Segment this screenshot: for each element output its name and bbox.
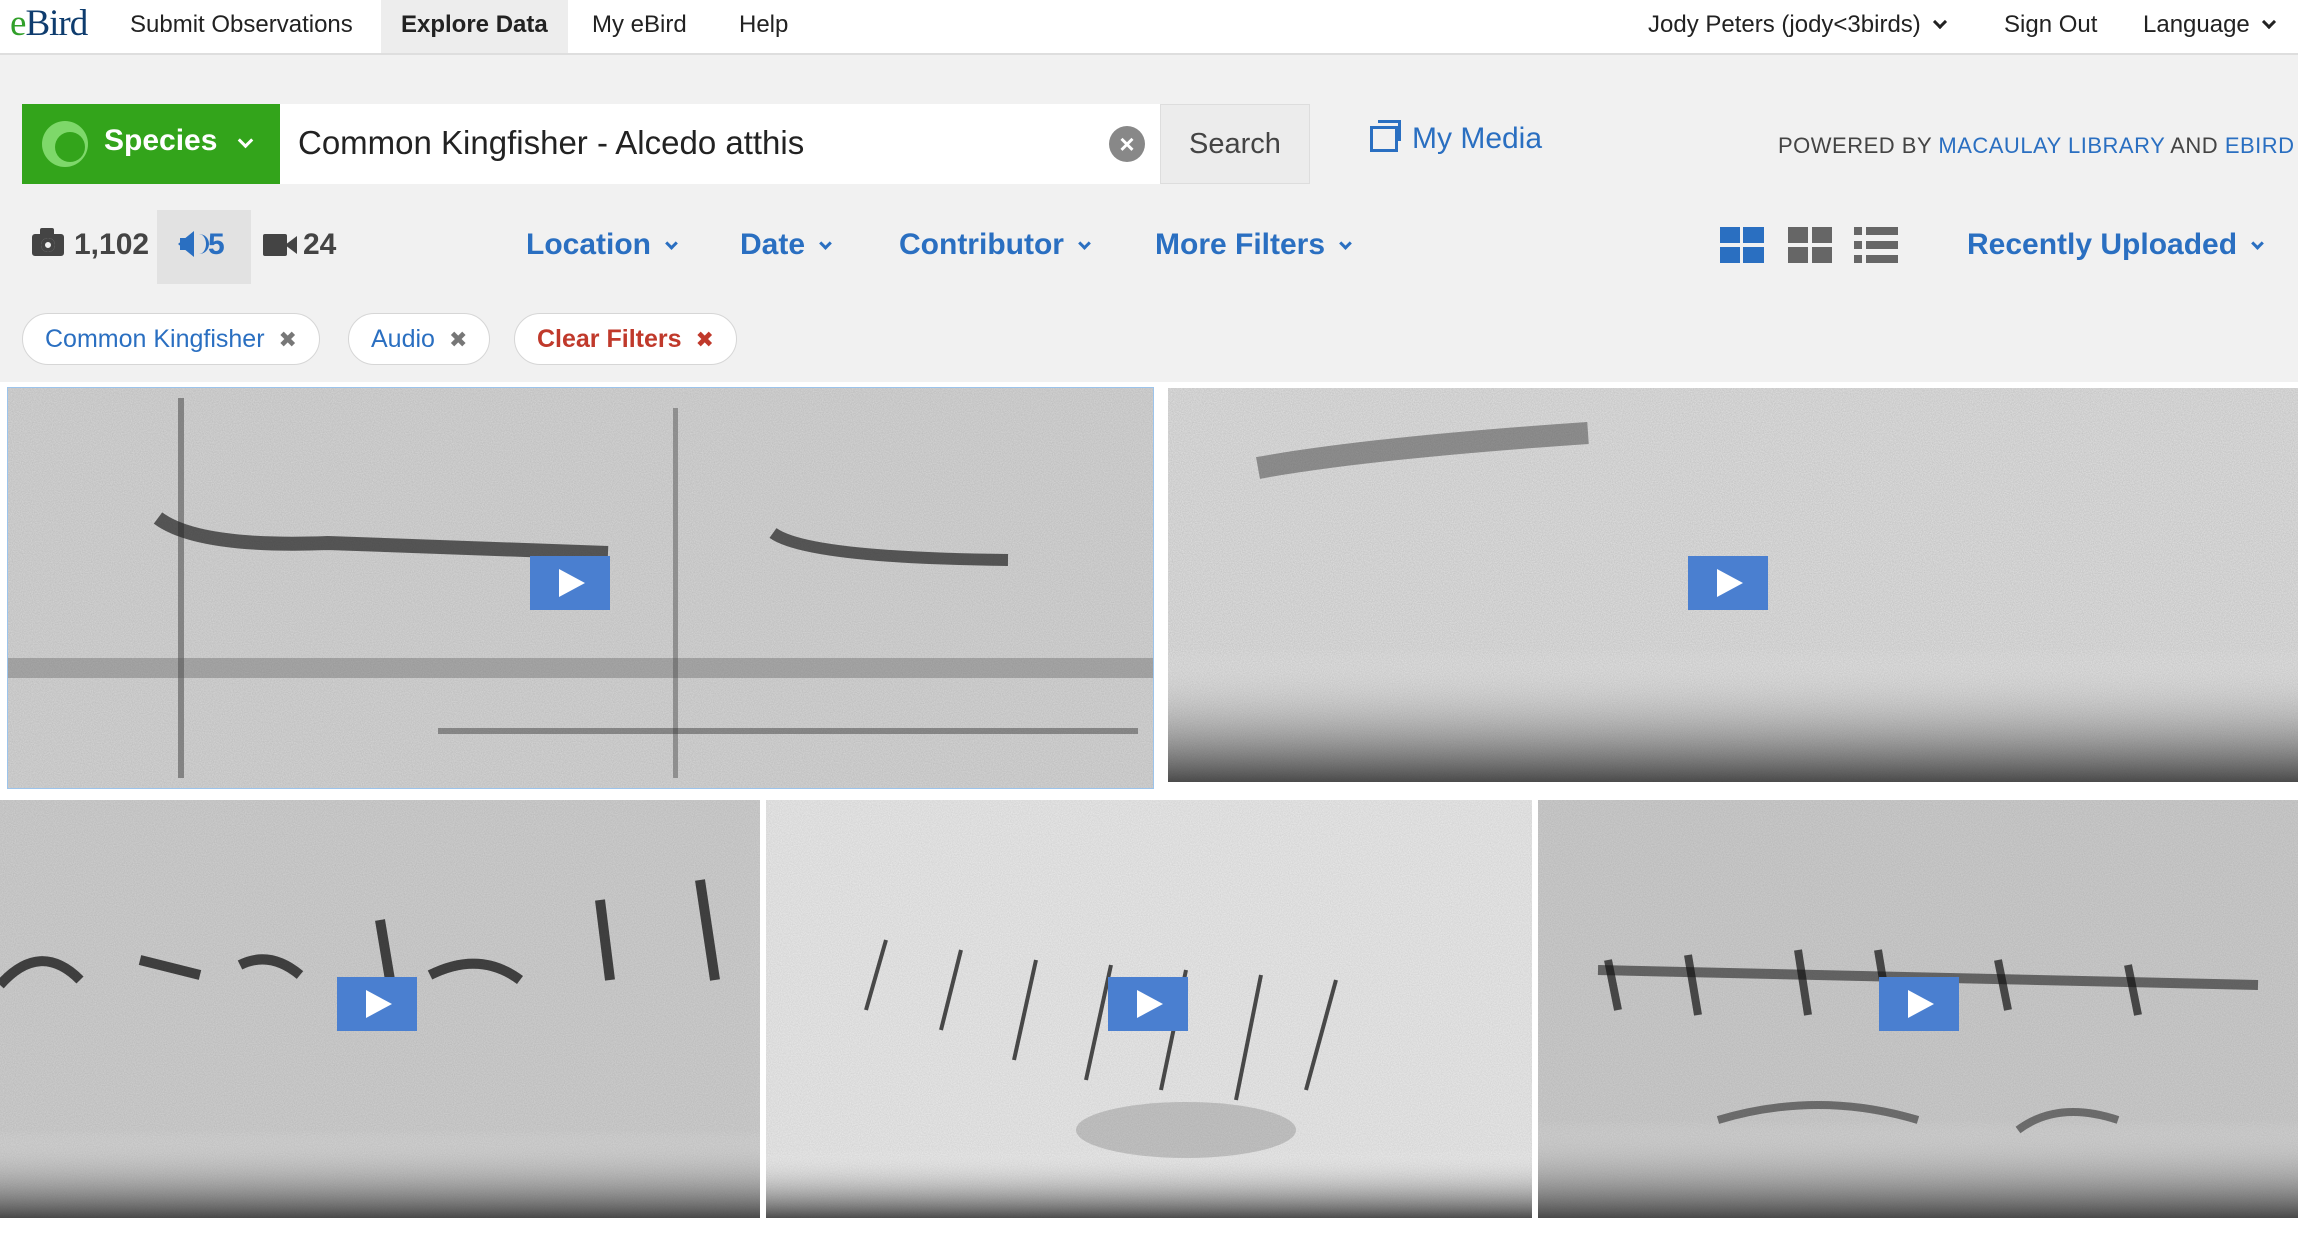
play-icon[interactable] [530,556,610,610]
close-icon[interactable]: ✖ [279,327,297,352]
language-menu[interactable]: Language [2143,0,2276,53]
location-filter-label: Location [526,228,651,261]
play-icon[interactable] [1108,977,1188,1031]
species-type-dropdown[interactable]: Species [22,104,280,184]
more-filters-label: More Filters [1155,228,1326,261]
powered-by-and: AND [2170,133,2219,158]
close-icon[interactable]: ✖ [696,327,714,352]
chevron-down-icon [1078,237,1091,250]
nav-help[interactable]: Help [719,0,808,53]
chevron-down-icon [2251,237,2264,250]
chevron-down-icon [819,237,832,250]
contributor-filter[interactable]: Contributor [899,228,1091,262]
more-filters[interactable]: More Filters [1155,228,1352,262]
powered-by-prefix: POWERED BY [1778,133,1932,158]
media-tile[interactable] [7,387,1154,789]
species-icon [42,121,88,167]
contributor-filter-label: Contributor [899,228,1064,261]
nav-explore-data[interactable]: Explore Data [381,0,568,53]
small-grid-view-icon[interactable] [1788,227,1832,263]
audio-count-tab[interactable]: 5 [172,228,225,262]
ebird-link[interactable]: EBIRD [2225,133,2295,158]
chevron-down-icon [665,237,678,250]
media-tile[interactable] [1168,388,2298,782]
photo-count: 1,102 [74,228,150,261]
speaker-icon [178,231,209,257]
chip-label: Audio [371,325,435,353]
chip-label: Common Kingfisher [45,325,265,353]
play-icon[interactable] [1688,556,1768,610]
video-icon [263,234,297,256]
user-menu[interactable]: Jody Peters (jody<3birds) [1648,0,1947,53]
top-navigation: eBird Submit Observations Explore Data M… [0,0,2298,55]
macaulay-library-link[interactable]: MACAULAY LIBRARY [1938,133,2164,158]
chevron-down-icon [1932,14,1947,30]
chevron-down-icon [237,132,254,149]
my-media-label: My Media [1412,122,1543,155]
media-tile[interactable] [0,800,760,1218]
video-count: 24 [303,228,337,261]
play-icon[interactable] [337,977,417,1031]
media-tile[interactable] [1538,800,2298,1218]
my-media-link[interactable]: My Media [1370,120,1543,156]
media-icon [1370,120,1401,152]
list-view-icon[interactable] [1854,227,1898,263]
close-icon[interactable]: × [1109,126,1145,162]
user-name: Jody Peters (jody<3birds) [1648,11,1921,38]
photo-count-tab[interactable]: 1,102 [32,228,149,262]
play-icon[interactable] [1879,977,1959,1031]
chevron-down-icon [1339,237,1352,250]
search-button[interactable]: Search [1160,104,1310,184]
sort-label: Recently Uploaded [1967,228,2238,261]
media-tile[interactable] [766,800,1532,1218]
date-filter-label: Date [740,228,806,261]
video-count-tab[interactable]: 24 [263,228,336,262]
nav-my-ebird[interactable]: My eBird [572,0,707,53]
chip-label: Clear Filters [537,325,682,353]
filter-chip-audio[interactable]: Audio ✖ [348,313,491,365]
filter-chip-species[interactable]: Common Kingfisher ✖ [22,313,320,365]
camera-icon [32,228,64,256]
clear-filters-chip[interactable]: Clear Filters ✖ [514,313,737,365]
audio-count: 5 [208,228,225,261]
close-icon[interactable]: ✖ [449,327,467,352]
date-filter[interactable]: Date [740,228,832,262]
species-type-label: Species [104,124,218,157]
grid-view-icon[interactable] [1720,227,1764,263]
search-query[interactable]: Common Kingfisher - Alcedo atthis [298,124,804,162]
location-filter[interactable]: Location [526,228,678,262]
ebird-logo[interactable]: eBird [10,2,88,45]
search-input[interactable]: Common Kingfisher - Alcedo atthis × [280,104,1160,184]
language-label: Language [2143,11,2250,38]
powered-by: POWERED BY MACAULAY LIBRARY AND EBIRD [1778,133,2295,159]
nav-submit-observations[interactable]: Submit Observations [110,0,373,53]
sign-out-link[interactable]: Sign Out [2004,0,2097,53]
chevron-down-icon [2261,14,2276,30]
sort-dropdown[interactable]: Recently Uploaded [1967,228,2264,262]
